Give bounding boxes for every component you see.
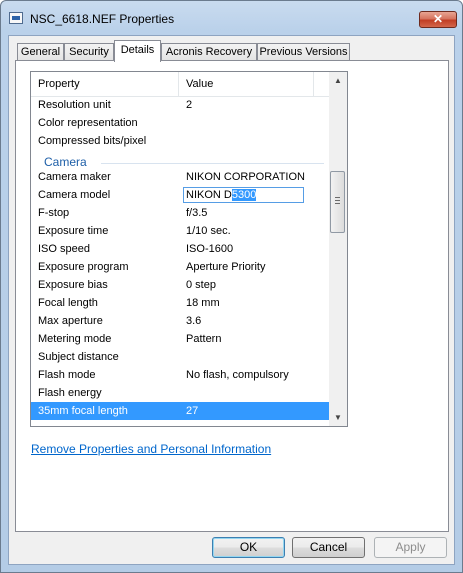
properties-dialog: NSC_6618.NEF Properties ✕ General Securi… bbox=[0, 0, 463, 573]
list-rows: Resolution unit 2 Color representation Co… bbox=[31, 96, 329, 420]
property-value: 27 bbox=[186, 405, 199, 417]
list-item[interactable]: Flash mode No flash, compulsory bbox=[31, 366, 329, 384]
list-item[interactable]: Flash energy bbox=[31, 384, 329, 402]
property-name: Exposure bias bbox=[38, 279, 108, 291]
cancel-button[interactable]: Cancel bbox=[292, 537, 365, 558]
property-value: 0 step bbox=[186, 279, 216, 291]
scroll-up-button[interactable]: ▲ bbox=[329, 72, 347, 89]
details-panel: Property Value Resolution unit 2 Color re… bbox=[15, 60, 449, 532]
column-divider[interactable] bbox=[313, 72, 314, 96]
list-item[interactable]: Metering mode Pattern bbox=[31, 330, 329, 348]
list-item[interactable]: Color representation bbox=[31, 114, 329, 132]
property-name: Flash energy bbox=[38, 387, 102, 399]
dialog-client: General Security Details Acronis Recover… bbox=[8, 35, 455, 565]
tab-details[interactable]: Details bbox=[114, 40, 161, 62]
property-name: F-stop bbox=[38, 207, 70, 219]
title-bar[interactable]: NSC_6618.NEF Properties ✕ bbox=[1, 1, 462, 35]
group-header-camera: Camera bbox=[31, 150, 329, 169]
list-item[interactable]: Compressed bits/pixel bbox=[31, 132, 329, 150]
property-value: 3.6 bbox=[186, 315, 202, 327]
remove-properties-link[interactable]: Remove Properties and Personal Informati… bbox=[31, 442, 271, 456]
property-value: 2 bbox=[186, 99, 193, 111]
edit-text-prefix: NIKON D bbox=[186, 189, 232, 201]
edit-text-selection: 5300 bbox=[231, 189, 257, 201]
scroll-thumb[interactable] bbox=[330, 171, 345, 233]
property-name: Compressed bits/pixel bbox=[38, 135, 147, 147]
property-value: f/3.5 bbox=[186, 207, 208, 219]
list-item[interactable]: F-stop f/3.5 bbox=[31, 204, 329, 222]
property-name: Exposure program bbox=[38, 261, 129, 273]
property-name: Focal length bbox=[38, 297, 98, 309]
property-name: Camera maker bbox=[38, 171, 111, 183]
tab-previous-versions[interactable]: Previous Versions bbox=[257, 43, 350, 61]
tab-acronis-recovery[interactable]: Acronis Recovery bbox=[161, 43, 257, 61]
arrow-up-icon: ▲ bbox=[334, 76, 342, 85]
list-header: Property Value bbox=[31, 72, 329, 97]
list-item[interactable]: Subject distance bbox=[31, 348, 329, 366]
list-item[interactable]: Focal length 18 mm bbox=[31, 294, 329, 312]
property-value: Pattern bbox=[186, 333, 222, 345]
apply-button[interactable]: Apply bbox=[374, 537, 447, 558]
column-header-property[interactable]: Property bbox=[31, 72, 178, 96]
arrow-down-icon: ▼ bbox=[334, 413, 342, 422]
grip-icon bbox=[335, 197, 340, 206]
tab-general[interactable]: General bbox=[17, 43, 64, 61]
list-item[interactable]: ISO speed ISO-1600 bbox=[31, 240, 329, 258]
properties-list[interactable]: Property Value Resolution unit 2 Color re… bbox=[30, 71, 348, 427]
window-title: NSC_6618.NEF Properties bbox=[30, 12, 175, 26]
property-value: No flash, compulsory bbox=[186, 369, 289, 381]
list-item[interactable]: Camera maker NIKON CORPORATION bbox=[31, 168, 329, 186]
vertical-scrollbar[interactable]: ▲ ▼ bbox=[329, 72, 347, 426]
property-name: Max aperture bbox=[38, 315, 103, 327]
property-name: ISO speed bbox=[38, 243, 90, 255]
property-name: Camera model bbox=[38, 189, 111, 201]
column-header-value[interactable]: Value bbox=[179, 72, 313, 96]
property-name: Resolution unit bbox=[38, 99, 111, 111]
property-name: Color representation bbox=[38, 117, 138, 129]
property-name: 35mm focal length bbox=[38, 405, 128, 417]
property-value: ISO-1600 bbox=[186, 243, 234, 255]
list-item[interactable]: Exposure time 1/10 sec. bbox=[31, 222, 329, 240]
ok-button[interactable]: OK bbox=[212, 537, 285, 558]
list-item-selected[interactable]: 35mm focal length 27 bbox=[31, 402, 329, 420]
list-item[interactable]: Exposure program Aperture Priority bbox=[31, 258, 329, 276]
property-name: Exposure time bbox=[38, 225, 109, 237]
close-button[interactable]: ✕ bbox=[419, 11, 457, 28]
file-icon bbox=[9, 12, 23, 24]
list-item[interactable]: Camera model NIKON D5300 bbox=[31, 186, 329, 204]
property-value: 1/10 sec. bbox=[186, 225, 231, 237]
tab-security[interactable]: Security bbox=[64, 43, 114, 61]
list-item[interactable]: Max aperture 3.6 bbox=[31, 312, 329, 330]
list-item[interactable]: Resolution unit 2 bbox=[31, 96, 329, 114]
list-item[interactable]: Exposure bias 0 step bbox=[31, 276, 329, 294]
property-name: Metering mode bbox=[38, 333, 112, 345]
camera-model-edit-field[interactable]: NIKON D5300 bbox=[183, 187, 304, 203]
property-value: Aperture Priority bbox=[186, 261, 266, 273]
property-value: NIKON CORPORATION bbox=[186, 171, 305, 183]
property-name: Flash mode bbox=[38, 369, 96, 381]
close-icon: ✕ bbox=[432, 12, 444, 26]
scroll-down-button[interactable]: ▼ bbox=[329, 409, 347, 426]
property-value: 18 mm bbox=[186, 297, 220, 309]
property-name: Subject distance bbox=[38, 351, 119, 363]
group-divider bbox=[101, 163, 324, 164]
